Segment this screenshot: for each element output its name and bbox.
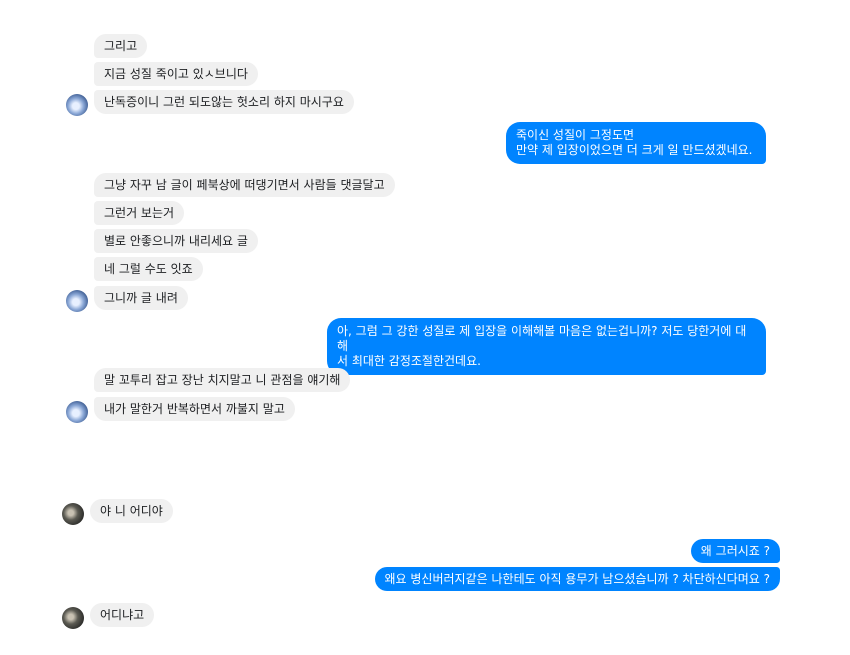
contact-avatar[interactable] xyxy=(66,94,88,116)
incoming-message[interactable]: 네 그럴 수도 잇죠 xyxy=(94,257,203,281)
contact-avatar[interactable] xyxy=(62,503,84,525)
incoming-message[interactable]: 난독증이니 그런 되도않는 헛소리 하지 마시구요 xyxy=(94,90,354,114)
message-line: 만약 제 입장이었으면 더 크게 일 만드셨겠네요. xyxy=(516,143,753,157)
outgoing-message[interactable]: 죽이신 성질이 그정도면 만약 제 입장이었으면 더 크게 일 만드셨겠네요. xyxy=(506,122,766,164)
incoming-message[interactable]: 별로 안좋으니까 내리세요 글 xyxy=(94,229,258,253)
incoming-message[interactable]: 지금 성질 죽이고 있ㅅ브니다 xyxy=(94,62,258,86)
message-line: 죽이신 성질이 그정도면 xyxy=(516,128,635,142)
outgoing-message[interactable]: 왜 그러시죠 ? xyxy=(690,539,780,563)
message-line: 서 최대한 감정조절한건데요. xyxy=(337,354,481,368)
message-line: 아, 그럼 그 강한 성질로 제 입장을 이해해볼 마음은 없는겁니까? 저도 … xyxy=(337,324,747,353)
incoming-message[interactable]: 그냥 자꾸 남 글이 페북상에 떠댕기면서 사람들 댓글달고 xyxy=(94,173,395,197)
incoming-message[interactable]: 어디냐고 xyxy=(90,603,155,627)
contact-avatar[interactable] xyxy=(62,607,84,629)
incoming-message[interactable]: 야 니 어디야 xyxy=(90,499,173,523)
chat-window: { "messages": { "m1": "그리고", "m2": "지금 성… xyxy=(0,0,850,655)
contact-avatar[interactable] xyxy=(66,401,88,423)
outgoing-message[interactable]: 아, 그럼 그 강한 성질로 제 입장을 이해해볼 마음은 없는겁니까? 저도 … xyxy=(327,318,766,375)
incoming-message[interactable]: 그리고 xyxy=(94,34,148,58)
incoming-message[interactable]: 내가 말한거 반복하면서 까불지 말고 xyxy=(94,397,295,421)
incoming-message[interactable]: 말 꼬투리 잡고 장난 치지말고 니 관점을 얘기해 xyxy=(94,368,351,392)
contact-avatar[interactable] xyxy=(66,290,88,312)
incoming-message[interactable]: 그니까 글 내려 xyxy=(94,286,188,310)
incoming-message[interactable]: 그런거 보는거 xyxy=(94,201,185,225)
outgoing-message[interactable]: 왜요 병신버러지같은 나한테도 아직 용무가 남으셨습니까 ? 차단하신다며요 … xyxy=(374,567,780,591)
